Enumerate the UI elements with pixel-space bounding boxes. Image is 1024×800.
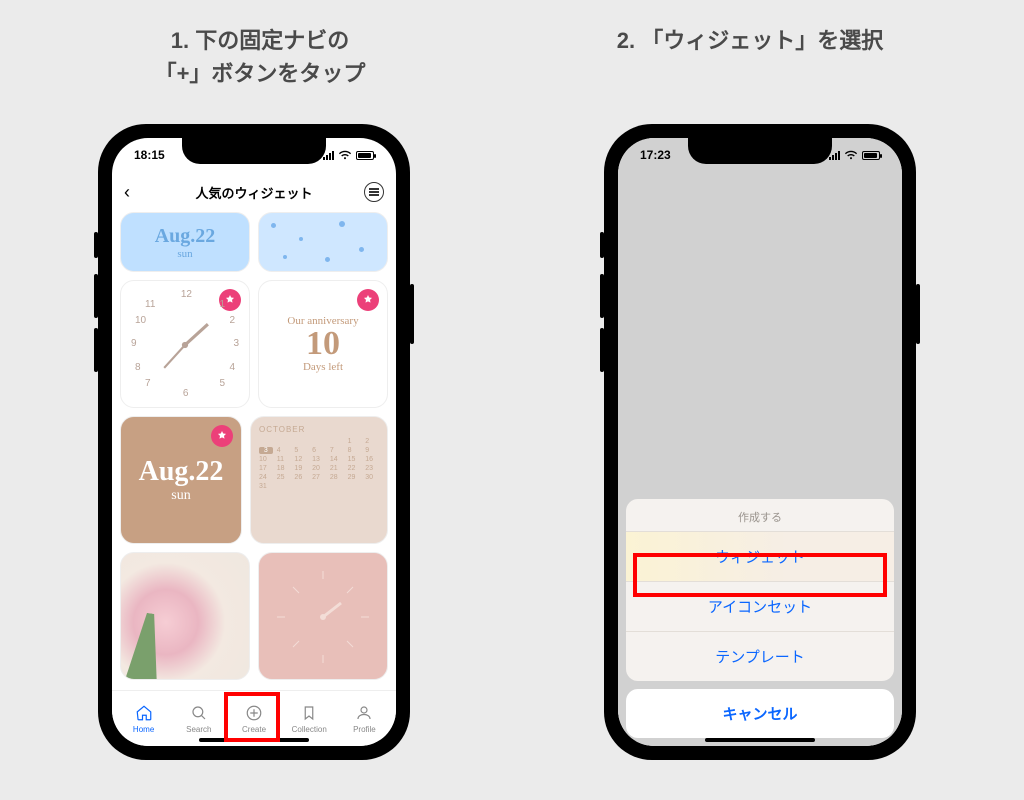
sheet-option-widget[interactable]: ウィジェット [626,531,894,581]
sheet-cancel[interactable]: キャンセル [626,689,894,738]
profile-icon [354,703,374,723]
phone-frame-2: 17:23 WIDGET CLUB ? 全て ウィジェット アイコンセット テン… [604,124,916,760]
widget-tile-calendar[interactable]: OCTOBER 12 3456789 10111213141516 171819… [250,416,388,544]
battery-icon [862,151,880,160]
tab-home[interactable]: Home [116,691,171,746]
premium-badge-icon [357,289,379,311]
home-indicator [199,738,309,742]
tab-profile[interactable]: Profile [337,691,392,746]
widget-tile-clock[interactable]: 123 69 12 45 78 1011 [120,280,250,408]
action-sheet: 作成する ウィジェット アイコンセット テンプレート キャンセル [626,499,894,738]
step2-caption: 2. 「ウィジェット」を選択 [560,24,940,57]
widget-grid: Aug.22 sun 123 69 12 45 [120,212,388,690]
tab-label: Search [186,725,211,734]
status-time: 18:15 [134,148,165,162]
home-indicator [705,738,815,742]
tab-label: Home [133,725,154,734]
battery-icon [356,151,374,160]
wifi-icon [844,150,858,160]
sheet-option-iconset[interactable]: アイコンセット [626,581,894,631]
tab-label: Create [242,725,266,734]
notch [182,138,326,164]
page-header: ‹ 人気のウィジェット [112,174,396,210]
home-icon [134,703,154,723]
sheet-title: 作成する [626,499,894,531]
sheet-option-template[interactable]: テンプレート [626,631,894,681]
premium-badge-icon [211,425,233,447]
phone-frame-1: 18:15 ‹ 人気のウィジェット Aug.22 sun [98,124,410,760]
clock-face: 123 69 12 45 78 1011 [133,293,237,395]
filter-button[interactable] [364,182,384,202]
page-title: 人気のウィジェット [195,183,312,202]
step1-caption: 1. 下の固定ナビの 「+」ボタンをタップ [70,24,450,90]
plus-circle-icon [244,703,264,723]
bookmark-icon [299,703,319,723]
status-time: 17:23 [640,148,671,162]
search-icon [189,703,209,723]
widget-tile-rose[interactable] [120,552,250,680]
widget-tile-pink-clock[interactable] [258,552,388,680]
wifi-icon [338,150,352,160]
back-button[interactable]: ‹ [124,182,130,203]
widget-tile-date-big[interactable]: Aug.22 sun [120,416,242,544]
widget-tile-date-mini[interactable]: Aug.22 sun [120,212,250,272]
widget-tile-confetti[interactable] [258,212,388,272]
tab-label: Collection [292,725,327,734]
notch [688,138,832,164]
tab-label: Profile [353,725,376,734]
widget-tile-anniversary[interactable]: Our anniversary 10 Days left [258,280,388,408]
